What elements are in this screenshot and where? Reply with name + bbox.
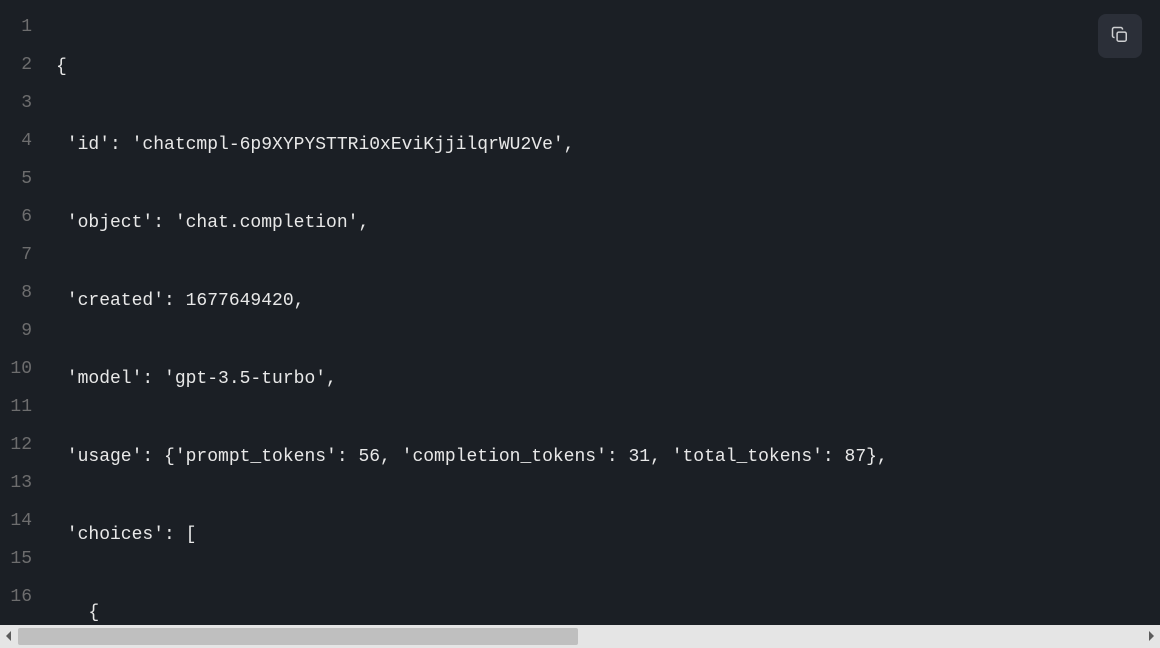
line-number: 16 xyxy=(0,578,46,616)
chevron-right-icon xyxy=(1147,627,1155,647)
code-line: { xyxy=(46,594,1160,625)
code-line: 'created': 1677649420, xyxy=(46,282,1160,320)
line-number: 5 xyxy=(0,160,46,198)
line-number: 2 xyxy=(0,46,46,84)
chevron-left-icon xyxy=(5,627,13,647)
code-content[interactable]: { 'id': 'chatcmpl-6p9XYPYSTTRi0xEviKjjil… xyxy=(46,0,1160,625)
horizontal-scrollbar[interactable] xyxy=(0,625,1160,648)
code-line: 'choices': [ xyxy=(46,516,1160,554)
code-line: 'usage': {'prompt_tokens': 56, 'completi… xyxy=(46,438,1160,476)
line-number: 1 xyxy=(0,8,46,46)
line-number: 13 xyxy=(0,464,46,502)
copy-icon xyxy=(1110,25,1130,48)
line-number: 3 xyxy=(0,84,46,122)
line-number: 11 xyxy=(0,388,46,426)
line-number: 15 xyxy=(0,540,46,578)
code-line: { xyxy=(46,48,1160,86)
code-line: 'object': 'chat.completion', xyxy=(46,204,1160,242)
line-number: 10 xyxy=(0,350,46,388)
code-line: 'id': 'chatcmpl-6p9XYPYSTTRi0xEviKjjilqr… xyxy=(46,126,1160,164)
scroll-right-arrow[interactable] xyxy=(1142,625,1160,648)
scrollbar-track[interactable] xyxy=(18,625,1142,648)
line-number: 7 xyxy=(0,236,46,274)
line-number: 8 xyxy=(0,274,46,312)
scroll-left-arrow[interactable] xyxy=(0,625,18,648)
code-line: 'model': 'gpt-3.5-turbo', xyxy=(46,360,1160,398)
copy-button[interactable] xyxy=(1098,14,1142,58)
line-number-gutter: 1 2 3 4 5 6 7 8 9 10 11 12 13 14 15 16 xyxy=(0,0,46,625)
line-number: 9 xyxy=(0,312,46,350)
line-number: 14 xyxy=(0,502,46,540)
code-block: 1 2 3 4 5 6 7 8 9 10 11 12 13 14 15 16 {… xyxy=(0,0,1160,625)
line-number: 6 xyxy=(0,198,46,236)
scrollbar-thumb[interactable] xyxy=(18,628,578,645)
line-number: 12 xyxy=(0,426,46,464)
line-number: 4 xyxy=(0,122,46,160)
